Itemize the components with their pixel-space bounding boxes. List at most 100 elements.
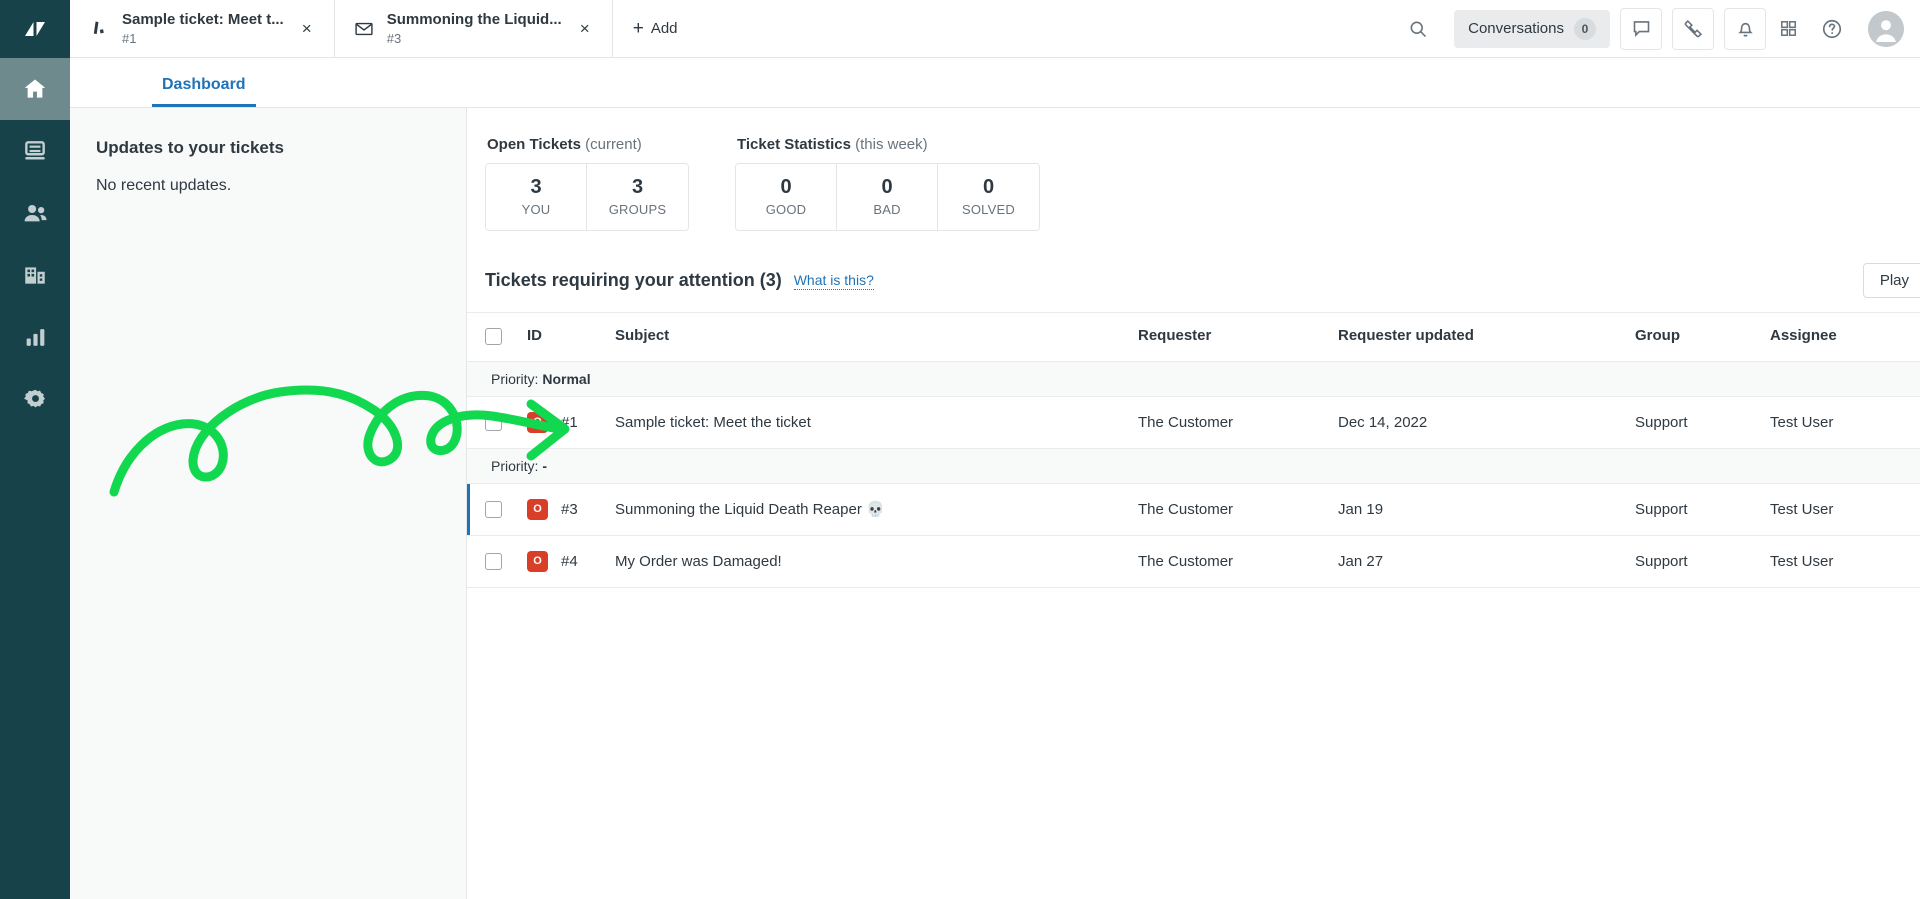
row-id: #4	[561, 553, 578, 570]
row-assignee: Test User	[1770, 396, 1920, 448]
add-tab-button[interactable]: + Add	[613, 0, 698, 57]
customers-people-icon	[22, 200, 49, 227]
stat-label: GOOD	[742, 202, 830, 217]
topbar-actions: Conversations 0	[1396, 0, 1920, 57]
stat-box-good[interactable]: 0 GOOD	[736, 164, 837, 230]
zendesk-logo-icon[interactable]	[0, 0, 70, 58]
row-id-cell: O #3	[527, 483, 615, 535]
table-row[interactable]: O #3 Summoning the Liquid Death Reaper 💀…	[467, 483, 1920, 535]
updates-panel-empty-text: No recent updates.	[96, 177, 440, 195]
add-tab-label: Add	[651, 20, 678, 37]
header-assignee[interactable]: Assignee	[1770, 313, 1920, 361]
header-requester-updated[interactable]: Requester updated	[1338, 313, 1635, 361]
sidebar-item-settings[interactable]	[0, 368, 70, 430]
row-assignee: Test User	[1770, 535, 1920, 587]
priority-group-label: Priority: Normal	[467, 361, 1920, 396]
row-checkbox[interactable]	[485, 553, 502, 570]
attention-bar: Tickets requiring your attention (3) Wha…	[467, 253, 1920, 313]
zendesk-agent-workspace: Sample ticket: Meet t... #1 × Summoning …	[0, 0, 1920, 899]
sidebar-item-reporting[interactable]	[0, 306, 70, 368]
updates-panel: Updates to your tickets No recent update…	[70, 108, 467, 899]
stat-box-groups[interactable]: 3 GROUPS	[587, 164, 688, 230]
tab-dashboard[interactable]: Dashboard	[152, 77, 256, 107]
stat-label: BAD	[843, 202, 931, 217]
page-body: Updates to your tickets No recent update…	[70, 108, 1920, 899]
ticket-statistics-title: Ticket Statistics (this week)	[735, 136, 1040, 153]
ticket-statistics-title-muted: (this week)	[855, 136, 928, 153]
sidebar-item-customers[interactable]	[0, 182, 70, 244]
conversations-count: 0	[1574, 18, 1596, 40]
page-tab-strip: Dashboard	[70, 58, 1920, 108]
chat-bubble-icon[interactable]	[1620, 8, 1662, 50]
row-requester-updated: Jan 19	[1338, 483, 1635, 535]
row-id: #3	[561, 501, 578, 518]
ticket-tab-3[interactable]: Summoning the Liquid... #3 ×	[335, 0, 613, 57]
stat-label: SOLVED	[944, 202, 1033, 217]
priority-group-header: Priority: Normal	[467, 361, 1920, 396]
row-checkbox[interactable]	[485, 501, 502, 518]
tab-title: Summoning the Liquid...	[387, 10, 562, 29]
table-row[interactable]: O #1 Sample ticket: Meet the ticket The …	[467, 396, 1920, 448]
stat-label: GROUPS	[593, 202, 682, 217]
organizations-building-icon	[22, 262, 48, 288]
ticket-statistics-stat-group: Ticket Statistics (this week) 0 GOOD 0 B…	[735, 136, 1040, 231]
apps-grid-icon[interactable]	[1766, 7, 1810, 51]
what-is-this-link[interactable]: What is this?	[794, 271, 874, 290]
stat-value: 0	[944, 175, 1033, 199]
row-requester: The Customer	[1138, 483, 1338, 535]
open-tickets-stat-group: Open Tickets (current) 3 YOU 3 GROUPS	[485, 136, 689, 231]
row-requester: The Customer	[1138, 396, 1338, 448]
close-icon[interactable]: ×	[296, 18, 318, 40]
row-group: Support	[1635, 483, 1770, 535]
row-subject[interactable]: My Order was Damaged!	[615, 535, 1138, 587]
stat-box-you[interactable]: 3 YOU	[486, 164, 587, 230]
play-button[interactable]: Play	[1863, 263, 1920, 298]
priority-group-prefix: Priority:	[491, 458, 538, 474]
tickets-table-body: Priority: Normal O #1	[467, 361, 1920, 587]
ticket-statistics-title-bold: Ticket Statistics	[737, 136, 851, 153]
header-id[interactable]: ID	[527, 313, 615, 361]
conversations-label: Conversations	[1468, 20, 1564, 37]
header-group[interactable]: Group	[1635, 313, 1770, 361]
home-icon	[22, 76, 48, 102]
row-subject[interactable]: Sample ticket: Meet the ticket	[615, 396, 1138, 448]
stats-row: Open Tickets (current) 3 YOU 3 GROUPS	[467, 108, 1920, 253]
tab-text-group: Summoning the Liquid... #3	[387, 10, 562, 47]
stat-box-solved[interactable]: 0 SOLVED	[938, 164, 1039, 230]
tab-subtitle: #1	[122, 30, 284, 47]
dashboard-main: Open Tickets (current) 3 YOU 3 GROUPS	[467, 108, 1920, 899]
ticket-tab-1[interactable]: Sample ticket: Meet t... #1 ×	[70, 0, 335, 57]
table-row[interactable]: O #4 My Order was Damaged! The Customer …	[467, 535, 1920, 587]
conversations-pill[interactable]: Conversations 0	[1454, 10, 1610, 48]
row-requester: The Customer	[1138, 535, 1338, 587]
stat-box-bad[interactable]: 0 BAD	[837, 164, 938, 230]
select-all-checkbox[interactable]	[485, 328, 502, 345]
row-group: Support	[1635, 396, 1770, 448]
status-badge: O	[527, 412, 548, 433]
settings-gear-icon	[23, 387, 48, 412]
header-requester[interactable]: Requester	[1138, 313, 1338, 361]
close-icon[interactable]: ×	[574, 18, 596, 40]
row-checkbox-cell	[467, 396, 527, 448]
sidebar-item-views[interactable]	[0, 120, 70, 182]
bell-notification-icon[interactable]	[1724, 8, 1766, 50]
sidebar-item-organizations[interactable]	[0, 244, 70, 306]
envelope-icon	[353, 19, 375, 39]
open-tickets-boxes: 3 YOU 3 GROUPS	[485, 163, 689, 231]
row-subject[interactable]: Summoning the Liquid Death Reaper 💀	[615, 483, 1138, 535]
stat-value: 3	[593, 175, 682, 199]
phone-icon[interactable]	[1672, 8, 1714, 50]
stat-value: 0	[843, 175, 931, 199]
help-question-icon[interactable]	[1810, 7, 1854, 51]
row-checkbox[interactable]	[485, 414, 502, 431]
main-region: Sample ticket: Meet t... #1 × Summoning …	[70, 0, 1920, 899]
status-badge: O	[527, 499, 548, 520]
attention-title: Tickets requiring your attention (3)	[485, 270, 782, 291]
tickets-table-head: ID Subject Requester Requester updated G…	[467, 313, 1920, 361]
open-tickets-title-muted: (current)	[585, 136, 642, 153]
sidebar-item-home[interactable]	[0, 58, 70, 120]
top-tab-bar: Sample ticket: Meet t... #1 × Summoning …	[70, 0, 1920, 58]
header-subject[interactable]: Subject	[615, 313, 1138, 361]
search-icon[interactable]	[1396, 7, 1440, 51]
user-avatar[interactable]	[1868, 11, 1904, 47]
